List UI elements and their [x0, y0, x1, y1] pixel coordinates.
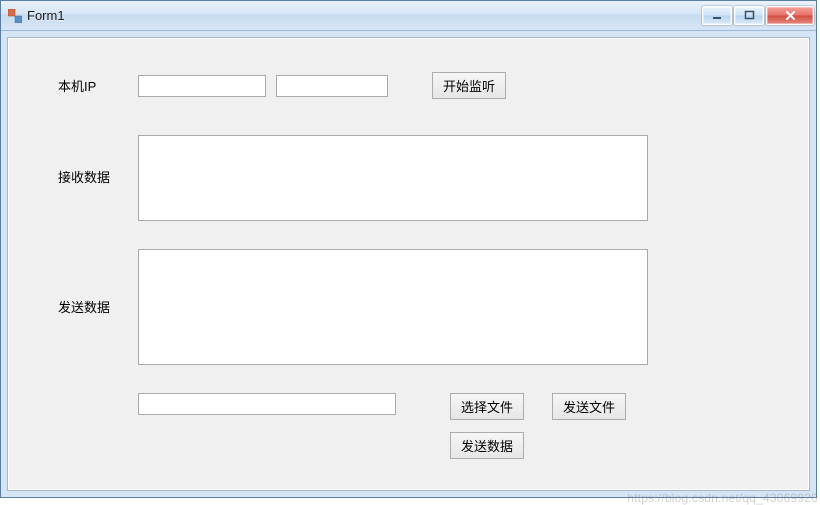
window-controls [702, 6, 814, 25]
grid-empty [552, 432, 626, 459]
start-listen-button[interactable]: 开始监听 [432, 72, 506, 99]
titlebar[interactable]: Form1 [1, 1, 816, 31]
row-bottom: 选择文件 发送文件 发送数据 [58, 393, 769, 459]
recv-textarea[interactable] [138, 135, 648, 221]
minimize-button[interactable] [702, 6, 732, 25]
close-button[interactable] [766, 6, 814, 25]
send-data-button[interactable]: 发送数据 [450, 432, 524, 459]
choose-file-button[interactable]: 选择文件 [450, 393, 524, 420]
label-recv: 接收数据 [58, 135, 138, 186]
maximize-button[interactable] [734, 6, 764, 25]
label-send: 发送数据 [58, 249, 138, 316]
send-file-button[interactable]: 发送文件 [552, 393, 626, 420]
window-chrome: Form1 本机IP 开始监听 接收数据 [0, 0, 817, 498]
window-title: Form1 [27, 8, 702, 23]
app-icon [7, 8, 23, 24]
row-recv: 接收数据 [58, 135, 769, 221]
button-grid: 选择文件 发送文件 发送数据 [450, 393, 626, 459]
send-textarea[interactable] [138, 249, 648, 365]
row-local-ip: 本机IP 开始监听 [58, 72, 769, 99]
client-area: 本机IP 开始监听 接收数据 发送数据 选择文件 发送文件 发送数据 [7, 37, 810, 491]
file-path-input[interactable] [138, 393, 396, 415]
ip-input[interactable] [138, 75, 266, 97]
port-input[interactable] [276, 75, 388, 97]
spacer-label [58, 393, 138, 397]
row-send: 发送数据 [58, 249, 769, 365]
label-local-ip: 本机IP [58, 76, 138, 95]
